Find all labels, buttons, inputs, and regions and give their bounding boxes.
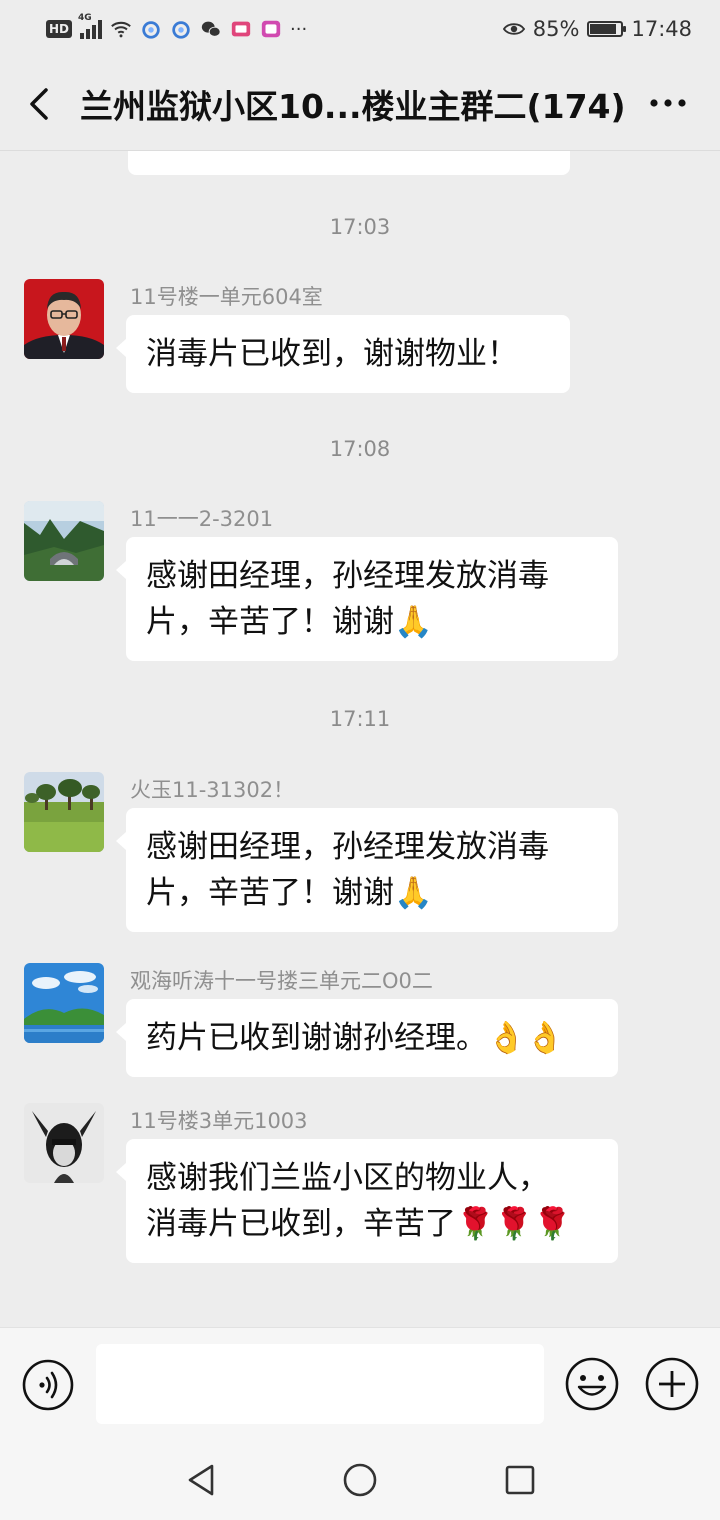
plus-icon[interactable] — [644, 1356, 700, 1412]
status-right: 85% 17:48 — [502, 14, 692, 44]
message-text: 感谢我们兰监小区的物业人， — [146, 1160, 549, 1196]
network-type-label: 4G — [78, 13, 92, 23]
message-text: 片，辛苦了！谢谢🙏 — [146, 875, 433, 911]
avatar[interactable] — [24, 963, 104, 1043]
avatar[interactable] — [24, 501, 104, 581]
message-text: 消毒片已收到，谢谢物业！ — [146, 336, 518, 372]
avatar[interactable] — [24, 772, 104, 852]
more-dots-icon[interactable] — [646, 88, 690, 118]
battery-percent: 85% — [532, 17, 580, 41]
sender-name[interactable]: 观海听涛十一号搂三单元二O0二 — [130, 965, 433, 995]
man-in-suit-photo — [24, 279, 104, 359]
app-notification-icon — [142, 21, 160, 39]
message-input[interactable] — [96, 1344, 544, 1424]
chat-title: 兰州监狱小区10...楼业主群二(174) — [80, 87, 626, 126]
message-text: 片，辛苦了！谢谢🙏 — [146, 604, 433, 640]
signal-icon: 4G — [78, 13, 103, 39]
avatar[interactable] — [24, 279, 104, 359]
message-bubble[interactable]: 感谢田经理，孙经理发放消毒 片，辛苦了！谢谢🙏 — [116, 808, 618, 932]
camera-app-icon — [261, 20, 281, 38]
mountain-landscape-photo — [24, 501, 104, 581]
message-bubble[interactable]: 药片已收到谢谢孙经理。👌👌 — [116, 999, 618, 1077]
emoji-icon[interactable] — [564, 1356, 620, 1412]
message-bubble[interactable]: 消毒片已收到，谢谢物业！ — [116, 315, 570, 393]
nav-home-circle-icon[interactable] — [340, 1460, 380, 1500]
message-text: 感谢田经理，孙经理发放消毒 — [146, 829, 549, 865]
message-bubble[interactable]: 感谢我们兰监小区的物业人， 消毒片已收到，辛苦了🌹🌹🌹 — [116, 1139, 618, 1263]
status-left: HD 4G ··· — [46, 13, 308, 44]
partial-message-bubble — [128, 151, 570, 175]
timestamp: 17:08 — [329, 437, 391, 461]
timestamp: 17:03 — [329, 215, 391, 239]
horned-figure-artwork — [24, 1103, 104, 1183]
sender-name[interactable]: 11号楼3单元1003 — [130, 1105, 308, 1135]
input-bar — [0, 1327, 720, 1441]
avatar[interactable] — [24, 1103, 104, 1183]
sender-name[interactable]: 火玉11-31302！ — [130, 774, 294, 804]
nav-recent-square-icon[interactable] — [500, 1460, 540, 1500]
status-bar: HD 4G ··· 85% 17:48 — [0, 0, 720, 58]
overflow-notifications: ··· — [290, 18, 308, 40]
green-field-trees-photo — [24, 772, 104, 852]
app-notification-icon — [172, 21, 190, 39]
battery-icon — [587, 21, 627, 37]
wechat-icon — [201, 21, 221, 37]
sender-name[interactable]: 11号楼一单元604室 — [130, 281, 323, 311]
lake-blue-sky-photo — [24, 963, 104, 1043]
message-text: 消毒片已收到，辛苦了🌹🌹🌹 — [146, 1206, 572, 1242]
wifi-icon — [111, 21, 131, 38]
status-time: 17:48 — [631, 17, 692, 41]
message-text: 药片已收到谢谢孙经理。👌👌 — [146, 1020, 565, 1056]
voice-input-icon[interactable] — [21, 1358, 75, 1412]
eye-icon — [502, 23, 525, 35]
battery-fill — [590, 24, 616, 34]
chevron-left-icon[interactable] — [22, 82, 62, 126]
message-bubble[interactable]: 感谢田经理，孙经理发放消毒 片，辛苦了！谢谢🙏 — [116, 537, 618, 661]
system-nav-bar — [0, 1440, 720, 1520]
chat-message-list[interactable]: 17:03 11号楼一单元604室 消毒片已收到，谢谢物业！ 17:08 11一… — [0, 151, 720, 1327]
sender-name[interactable]: 11一一2-3201 — [130, 503, 273, 533]
timestamp: 17:11 — [329, 707, 391, 731]
message-text: 感谢田经理，孙经理发放消毒 — [146, 558, 549, 594]
tv-app-icon — [231, 21, 251, 37]
chat-header: 兰州监狱小区10...楼业主群二(174) — [0, 58, 720, 151]
hd-icon: HD — [46, 20, 73, 38]
nav-back-triangle-icon[interactable] — [182, 1460, 222, 1500]
